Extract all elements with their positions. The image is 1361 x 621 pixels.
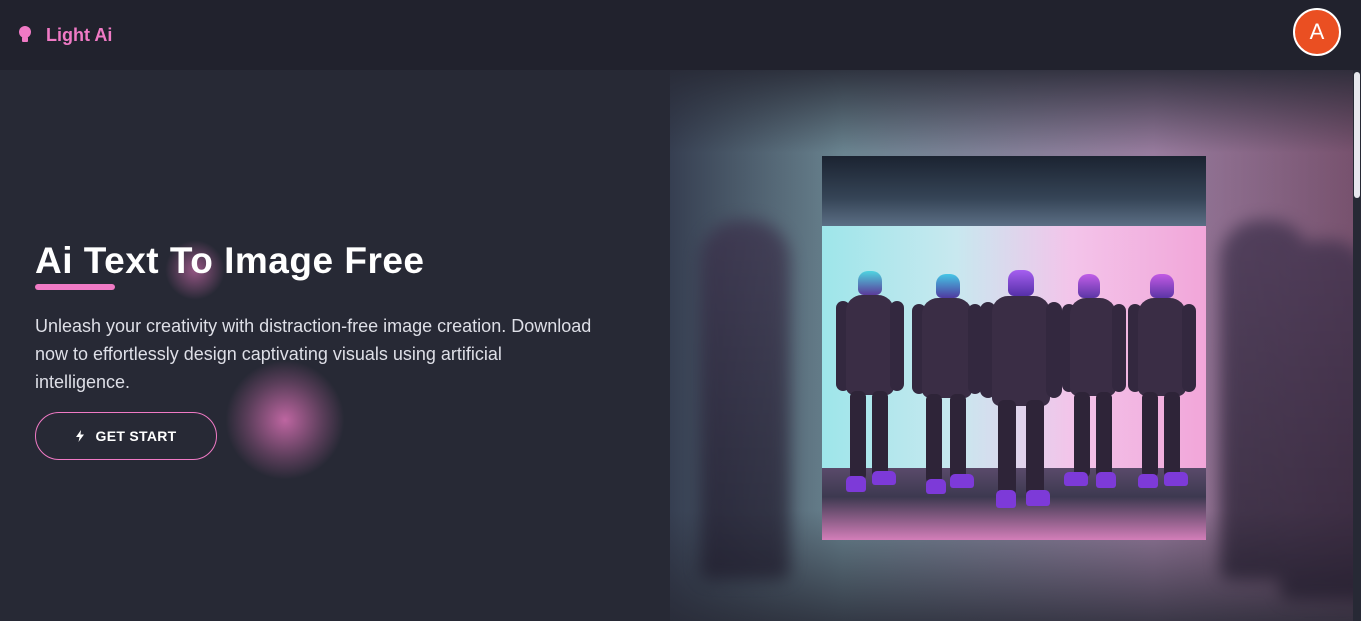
lightbulb-icon	[18, 25, 32, 45]
generated-image	[822, 156, 1206, 540]
brand[interactable]: Light Ai	[18, 25, 112, 46]
top-bar: Light Ai A	[0, 0, 1361, 70]
hero-text-section: Ai Text To Image Free Unleash your creat…	[35, 240, 635, 460]
lightning-bolt-icon	[75, 430, 84, 442]
user-avatar[interactable]: A	[1293, 8, 1341, 56]
hero-title: Ai Text To Image Free	[35, 240, 425, 281]
hero-description: Unleash your creativity with distraction…	[35, 316, 592, 392]
brand-name: Light Ai	[46, 24, 113, 45]
get-start-button[interactable]: GET START	[35, 412, 217, 460]
title-underline	[35, 284, 115, 290]
avatar-initial: A	[1309, 19, 1325, 44]
scrollbar-thumb[interactable]	[1354, 72, 1360, 198]
get-start-label: GET START	[95, 428, 177, 444]
